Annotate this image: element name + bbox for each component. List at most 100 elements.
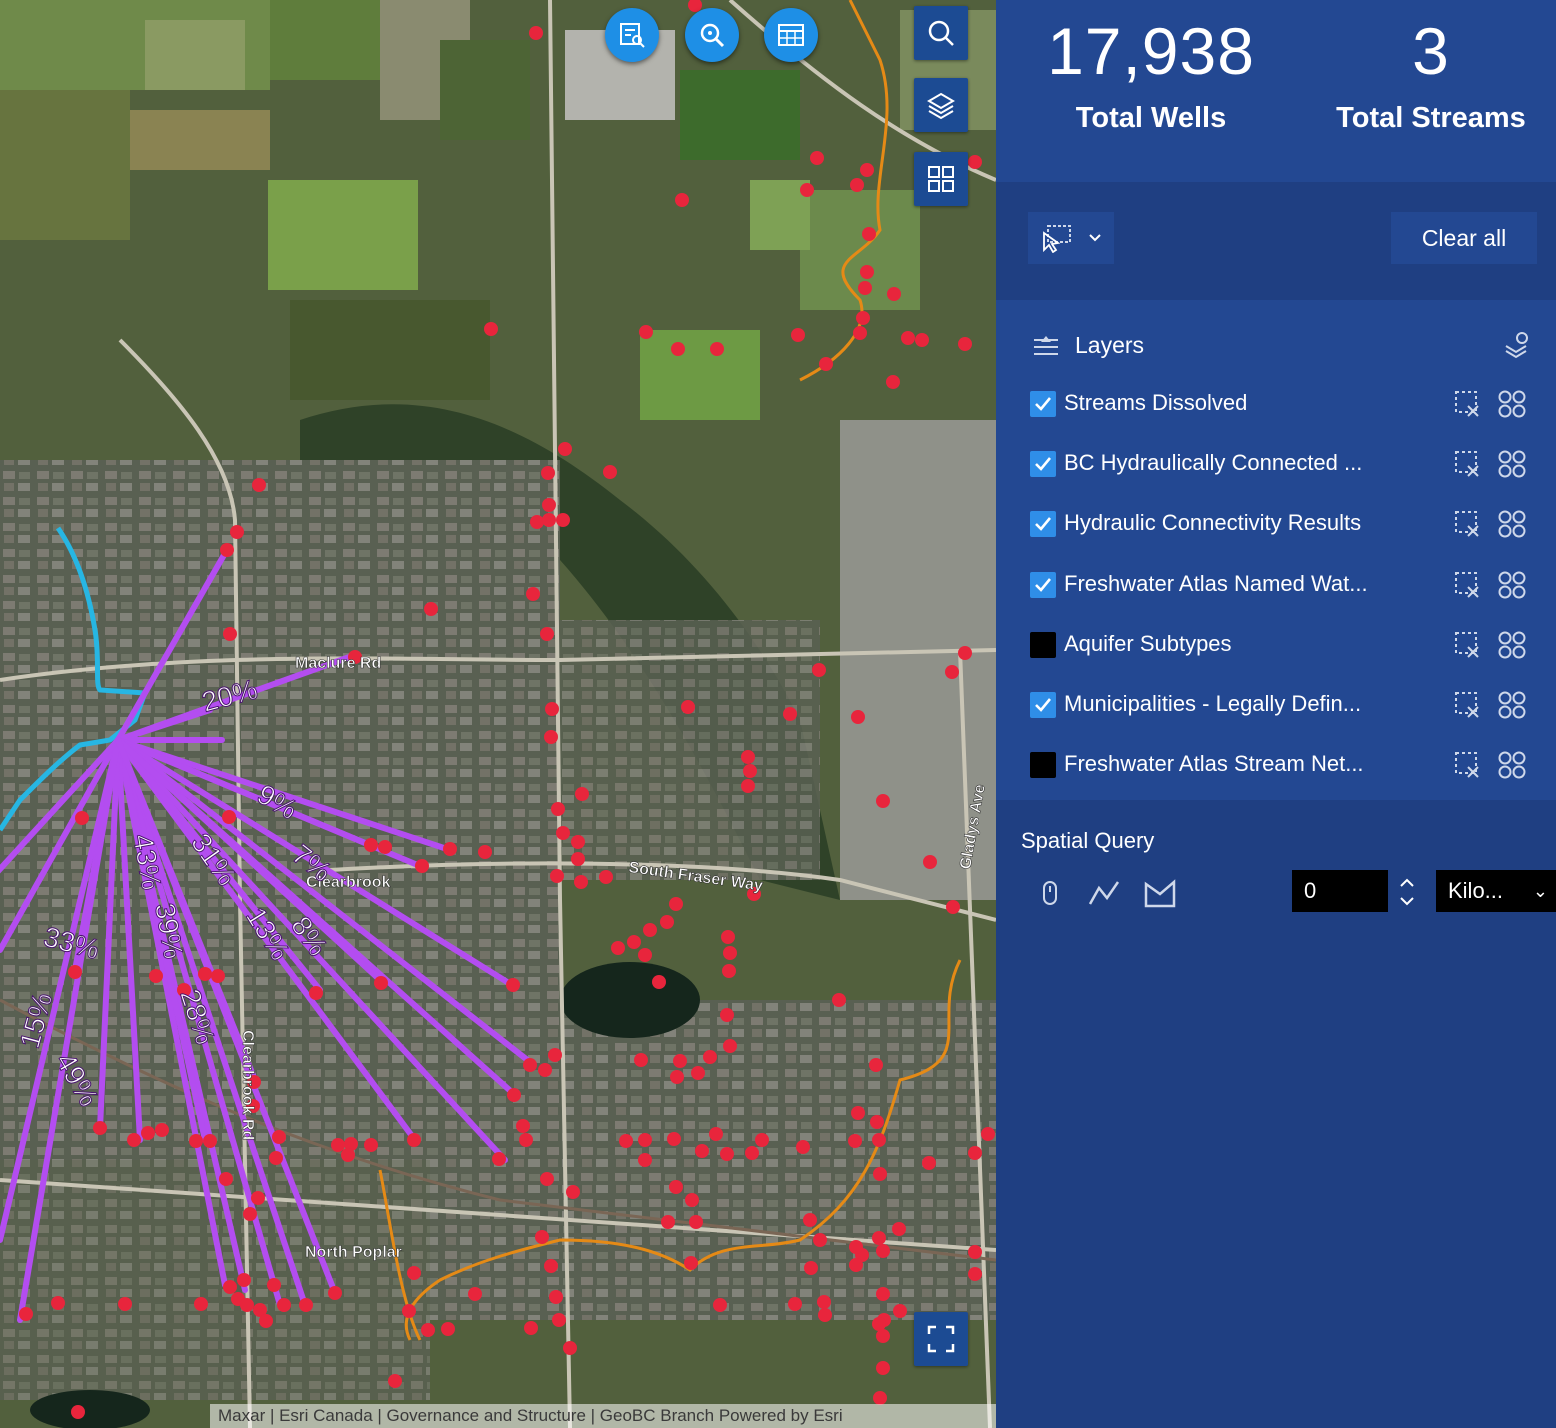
- well-marker[interactable]: [791, 328, 805, 342]
- well-marker[interactable]: [374, 976, 388, 990]
- well-marker[interactable]: [328, 1286, 342, 1300]
- well-marker[interactable]: [203, 1134, 217, 1148]
- well-marker[interactable]: [892, 1222, 906, 1236]
- well-marker[interactable]: [566, 1185, 580, 1199]
- well-marker[interactable]: [661, 1215, 675, 1229]
- select-features-icon[interactable]: [1496, 388, 1528, 420]
- well-marker[interactable]: [851, 1106, 865, 1120]
- layer-visibility-checkbox[interactable]: [1030, 451, 1056, 477]
- well-marker[interactable]: [627, 935, 641, 949]
- select-features-icon[interactable]: [1496, 629, 1528, 661]
- distance-stepper[interactable]: [1396, 872, 1418, 912]
- well-marker[interactable]: [796, 1140, 810, 1154]
- layer-row[interactable]: Streams Dissolved: [1030, 384, 1530, 424]
- well-marker[interactable]: [331, 1138, 345, 1152]
- well-marker[interactable]: [968, 1267, 982, 1281]
- well-marker[interactable]: [441, 1322, 455, 1336]
- well-marker[interactable]: [638, 1153, 652, 1167]
- well-marker[interactable]: [611, 941, 625, 955]
- well-marker[interactable]: [667, 1132, 681, 1146]
- well-marker[interactable]: [710, 342, 724, 356]
- well-marker[interactable]: [850, 178, 864, 192]
- well-marker[interactable]: [817, 1295, 831, 1309]
- well-marker[interactable]: [689, 1215, 703, 1229]
- query-button[interactable]: [685, 8, 739, 62]
- well-marker[interactable]: [876, 1329, 890, 1343]
- well-marker[interactable]: [923, 855, 937, 869]
- well-marker[interactable]: [492, 1152, 506, 1166]
- well-marker[interactable]: [259, 1314, 273, 1328]
- well-marker[interactable]: [721, 930, 735, 944]
- well-marker[interactable]: [478, 845, 492, 859]
- well-marker[interactable]: [634, 1053, 648, 1067]
- well-marker[interactable]: [872, 1231, 886, 1245]
- well-marker[interactable]: [402, 1304, 416, 1318]
- well-marker[interactable]: [968, 155, 982, 169]
- well-marker[interactable]: [468, 1287, 482, 1301]
- layer-options-icon[interactable]: [1500, 330, 1532, 362]
- well-marker[interactable]: [93, 1121, 107, 1135]
- well-marker[interactable]: [424, 602, 438, 616]
- well-marker[interactable]: [681, 700, 695, 714]
- well-marker[interactable]: [695, 1144, 709, 1158]
- select-tool-dropdown[interactable]: [1028, 212, 1114, 264]
- well-marker[interactable]: [886, 375, 900, 389]
- well-marker[interactable]: [745, 1146, 759, 1160]
- well-marker[interactable]: [51, 1296, 65, 1310]
- well-marker[interactable]: [876, 794, 890, 808]
- well-marker[interactable]: [870, 1115, 884, 1129]
- well-marker[interactable]: [571, 852, 585, 866]
- well-marker[interactable]: [860, 163, 874, 177]
- map-search-button[interactable]: [914, 6, 968, 60]
- clear-selection-icon[interactable]: [1452, 629, 1484, 661]
- well-marker[interactable]: [118, 1297, 132, 1311]
- well-marker[interactable]: [219, 1172, 233, 1186]
- well-marker[interactable]: [211, 969, 225, 983]
- well-marker[interactable]: [862, 227, 876, 241]
- well-marker[interactable]: [535, 1230, 549, 1244]
- clear-selection-icon[interactable]: [1452, 448, 1484, 480]
- well-marker[interactable]: [922, 1156, 936, 1170]
- well-marker[interactable]: [671, 342, 685, 356]
- well-marker[interactable]: [558, 442, 572, 456]
- well-marker[interactable]: [526, 587, 540, 601]
- well-marker[interactable]: [722, 964, 736, 978]
- well-marker[interactable]: [958, 646, 972, 660]
- polygon-draw-icon[interactable]: [1142, 876, 1178, 912]
- well-marker[interactable]: [856, 311, 870, 325]
- layer-row[interactable]: Freshwater Atlas Named Wat...: [1030, 565, 1530, 605]
- well-marker[interactable]: [887, 287, 901, 301]
- well-marker[interactable]: [222, 810, 236, 824]
- layer-row[interactable]: Municipalities - Legally Defin...: [1030, 685, 1530, 725]
- layer-visibility-checkbox[interactable]: [1030, 632, 1056, 658]
- well-marker[interactable]: [524, 1321, 538, 1335]
- well-marker[interactable]: [550, 869, 564, 883]
- well-marker[interactable]: [901, 331, 915, 345]
- well-marker[interactable]: [523, 1058, 537, 1072]
- clear-selection-icon[interactable]: [1452, 388, 1484, 420]
- well-marker[interactable]: [141, 1126, 155, 1140]
- well-marker[interactable]: [703, 1050, 717, 1064]
- well-marker[interactable]: [893, 1304, 907, 1318]
- well-marker[interactable]: [364, 838, 378, 852]
- well-marker[interactable]: [851, 710, 865, 724]
- clear-selection-icon[interactable]: [1452, 569, 1484, 601]
- well-marker[interactable]: [709, 1127, 723, 1141]
- select-features-icon[interactable]: [1496, 448, 1528, 480]
- well-marker[interactable]: [68, 965, 82, 979]
- well-marker[interactable]: [619, 1134, 633, 1148]
- well-marker[interactable]: [544, 730, 558, 744]
- feature-table-button[interactable]: [605, 8, 659, 62]
- layer-visibility-checkbox[interactable]: [1030, 572, 1056, 598]
- well-marker[interactable]: [849, 1240, 863, 1254]
- well-marker[interactable]: [720, 1008, 734, 1022]
- well-marker[interactable]: [267, 1278, 281, 1292]
- well-marker[interactable]: [563, 1341, 577, 1355]
- well-marker[interactable]: [309, 986, 323, 1000]
- well-marker[interactable]: [638, 1133, 652, 1147]
- well-marker[interactable]: [516, 1119, 530, 1133]
- well-marker[interactable]: [530, 515, 544, 529]
- well-marker[interactable]: [542, 513, 556, 527]
- well-marker[interactable]: [19, 1307, 33, 1321]
- well-marker[interactable]: [529, 26, 543, 40]
